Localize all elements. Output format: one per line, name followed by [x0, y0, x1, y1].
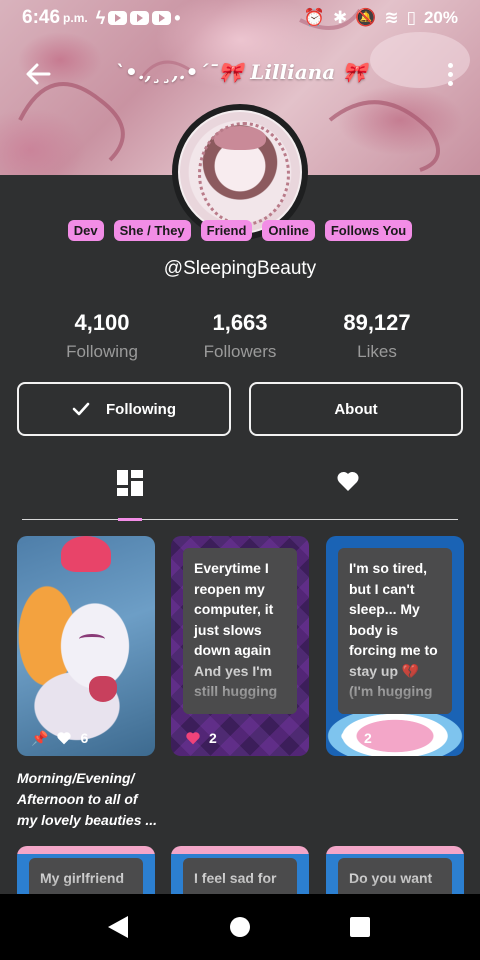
- stat-likes-value: 89,127: [343, 310, 411, 335]
- bluetooth-icon: ✱: [332, 8, 348, 27]
- post-footer: 2: [171, 720, 309, 756]
- badge-dev: Dev: [67, 220, 104, 241]
- status-bar: 6:46 p.m. ϟ • ⏰ ✱ 🔕 ≋ ▯ 20%: [0, 0, 480, 36]
- stat-likes-label: Likes: [357, 342, 397, 361]
- profile-tabs: [22, 462, 458, 521]
- badge-online: Online: [262, 220, 315, 241]
- heart-icon: [341, 732, 355, 745]
- about-button-label: About: [334, 400, 378, 418]
- youtube-icon: [108, 11, 128, 25]
- badge-row: Dev She / They Friend Online Follows You: [0, 220, 480, 241]
- stat-followers[interactable]: 1,663 Followers: [170, 310, 310, 362]
- arrow-left-icon: [26, 63, 51, 85]
- stat-following-label: Following: [66, 342, 138, 361]
- system-nav-bar: [0, 894, 480, 960]
- more-vert-dot: [447, 71, 453, 77]
- stat-followers-value: 1,663: [212, 310, 268, 335]
- tab-active-indicator: [118, 518, 142, 521]
- badge-pronouns: She / They: [113, 220, 191, 241]
- status-ampm: p.m.: [63, 11, 88, 25]
- check-icon: [72, 402, 90, 416]
- dashboard-icon: [117, 470, 143, 496]
- youtube-icon: [130, 11, 150, 25]
- post-like-count: 2: [364, 730, 372, 746]
- post-text: I'm so tired, but I can't sleep... My bo…: [338, 548, 452, 714]
- back-button[interactable]: [22, 58, 54, 90]
- post-card[interactable]: 📌 6: [17, 536, 155, 756]
- more-vert-icon: [447, 62, 453, 68]
- tab-likes[interactable]: [324, 470, 372, 510]
- stat-following-value: 4,100: [74, 310, 130, 335]
- stat-following[interactable]: 4,100 Following: [32, 310, 172, 362]
- notification-icons: ϟ •: [96, 8, 181, 29]
- battery-percent: 20%: [423, 8, 458, 27]
- post-footer: 2: [326, 720, 464, 756]
- post-text: Everytime I reopen my computer, it just …: [183, 548, 297, 714]
- post-image-mouth: [89, 676, 117, 702]
- stat-followers-label: Followers: [203, 342, 277, 361]
- notification-flash-icon: ϟ: [95, 7, 106, 28]
- pin-icon: 📌: [31, 729, 49, 746]
- profile-title: `•.,¸¸,.•´¯🎀 𝑳𝒊𝒍𝒍𝒊𝒂𝒏𝒂 🎀: [114, 60, 368, 84]
- badge-friend: Friend: [200, 220, 253, 241]
- post-image-bow: [61, 536, 111, 572]
- post-footer: 📌 6: [17, 720, 155, 756]
- heart-icon: [337, 471, 359, 491]
- nav-recents-icon[interactable]: [350, 917, 370, 937]
- more-options-button[interactable]: [442, 58, 458, 90]
- heart-icon: [57, 732, 72, 745]
- badge-follows-you: Follows You: [324, 220, 413, 241]
- heart-filled-icon: [186, 732, 200, 745]
- battery-icon: ▯: [406, 8, 416, 27]
- post-like-count: 2: [209, 730, 217, 746]
- tab-posts[interactable]: [106, 470, 154, 521]
- about-button[interactable]: About: [249, 382, 463, 436]
- more-dot-icon: •: [174, 7, 181, 28]
- post-card[interactable]: Everytime I reopen my computer, it just …: [171, 536, 309, 756]
- nav-home-icon[interactable]: [230, 917, 250, 937]
- app-bar: `•.,¸¸,.•´¯🎀 𝑳𝒊𝒍𝒍𝒊𝒂𝒏𝒂 🎀: [0, 50, 480, 96]
- wifi-icon: ≋: [384, 8, 399, 27]
- following-button[interactable]: Following: [17, 382, 231, 436]
- post-caption: Morning/Evening/ Afternoon to all of my …: [17, 770, 158, 828]
- youtube-icon: [152, 11, 172, 25]
- post-image-eye: [79, 634, 105, 644]
- alarm-icon: ⏰: [303, 8, 325, 27]
- following-button-label: Following: [106, 400, 176, 418]
- status-time: 6:46: [22, 7, 61, 28]
- stat-likes[interactable]: 89,127 Likes: [307, 310, 447, 362]
- nav-back-icon[interactable]: [108, 916, 128, 938]
- mute-icon: 🔕: [355, 8, 377, 27]
- more-vert-dot: [447, 80, 453, 86]
- username: @SleepingBeauty: [163, 258, 317, 279]
- post-like-count: 6: [80, 730, 89, 746]
- post-card[interactable]: I'm so tired, but I can't sleep... My bo…: [326, 536, 464, 756]
- system-icons: ⏰ ✱ 🔕 ≋ ▯ 20%: [304, 8, 458, 28]
- avatar: [178, 110, 302, 234]
